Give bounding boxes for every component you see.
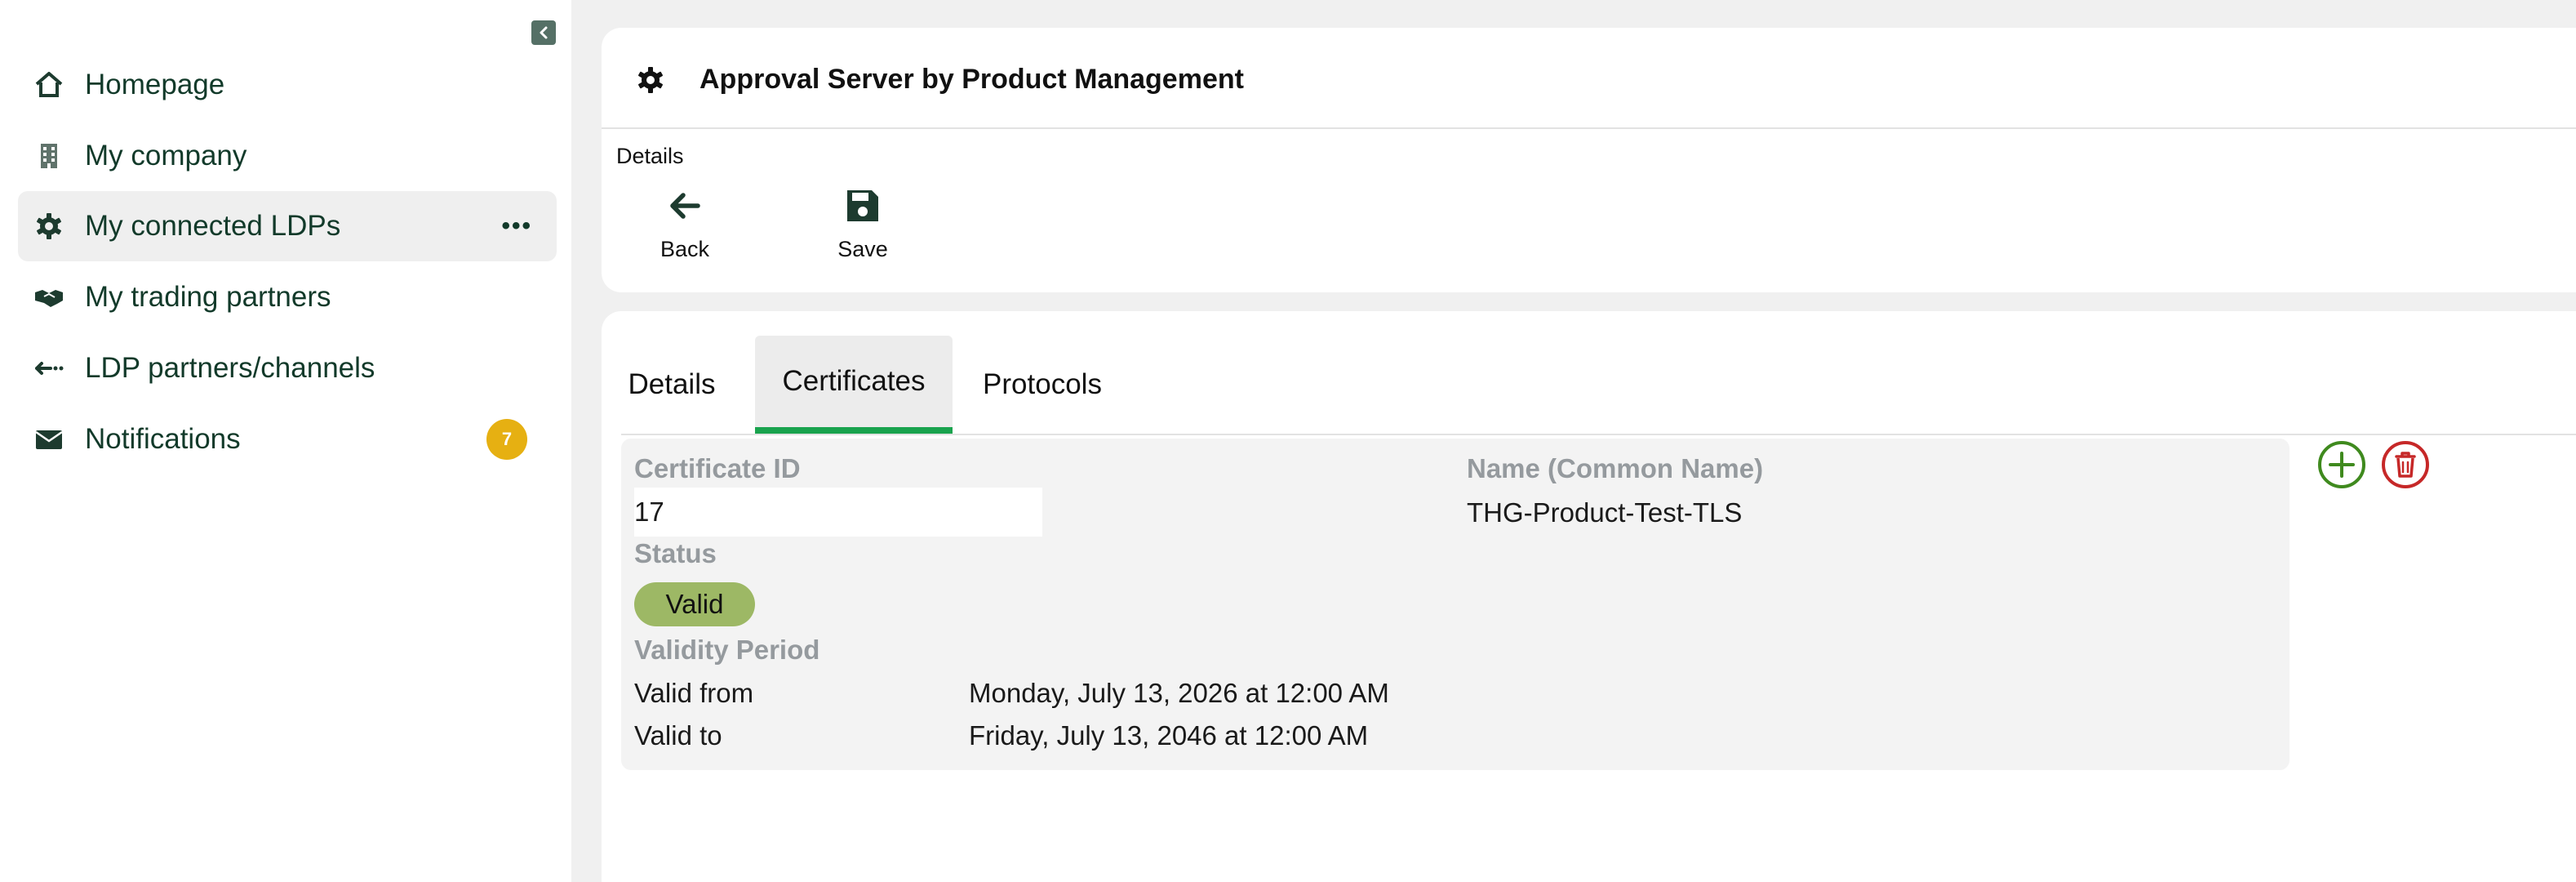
certificate-panel: Certificate ID Name (Common Name) THG-Pr… — [621, 439, 2290, 770]
tab-bar: Details Certificates Protocols — [621, 336, 2576, 435]
sidebar-item-label: My company — [85, 140, 247, 172]
valid-from-value: Monday, July 13, 2026 at 12:00 AM — [969, 678, 1389, 708]
valid-to-label: Valid to — [634, 720, 722, 751]
tab-label: Certificates — [782, 365, 926, 397]
valid-from-label: Valid from — [634, 678, 754, 708]
main-card: Details Certificates Protocols Certifica… — [602, 311, 2576, 882]
sidebar-item-my-connected-ldps[interactable]: My connected LDPs ••• — [18, 191, 557, 261]
handshake-icon — [33, 281, 65, 314]
sidebar-item-label: Homepage — [85, 69, 225, 100]
sidebar-item-label: LDP partners/channels — [85, 352, 375, 384]
arrows-left-right-icon — [33, 352, 65, 385]
envelope-icon — [33, 423, 65, 456]
sidebar-item-label: My connected LDPs — [85, 210, 341, 242]
common-name-value: THG-Product-Test-TLS — [1467, 497, 1743, 528]
arrow-left-icon — [662, 183, 708, 229]
collapse-sidebar-icon[interactable] — [531, 20, 556, 45]
back-button[interactable]: Back — [636, 183, 734, 273]
status-badge: Valid — [634, 582, 755, 626]
page-title: Approval Server by Product Management — [700, 64, 1244, 95]
common-name-label: Name (Common Name) — [1467, 453, 1764, 483]
sidebar-item-label: My trading partners — [85, 281, 331, 313]
header-card: Approval Server by Product Management De… — [602, 28, 2576, 292]
sidebar-item-my-company[interactable]: My company — [18, 121, 557, 191]
sidebar-item-my-trading-partners[interactable]: My trading partners — [18, 262, 557, 332]
sidebar-item-notifications[interactable]: Notifications 7 — [18, 404, 557, 474]
toolbar-section-label: Details — [616, 144, 684, 168]
gear-icon — [634, 64, 667, 96]
gear-icon — [33, 210, 65, 243]
sidebar-item-homepage[interactable]: Homepage — [18, 50, 557, 120]
tab-details[interactable]: Details — [621, 336, 722, 434]
tab-certificates[interactable]: Certificates — [755, 336, 953, 434]
sidebar-item-label: Notifications — [85, 423, 241, 455]
notification-count-badge: 7 — [486, 419, 527, 460]
save-icon — [840, 183, 886, 229]
save-button[interactable]: Save — [814, 183, 912, 273]
add-certificate-icon[interactable] — [2317, 440, 2366, 489]
certificate-id-field[interactable] — [634, 488, 1042, 537]
save-button-label: Save — [837, 237, 888, 261]
more-options-icon[interactable]: ••• — [501, 212, 532, 240]
back-button-label: Back — [660, 237, 710, 261]
tab-label: Details — [628, 368, 716, 400]
sidebar-item-ldp-partners-channels[interactable]: LDP partners/channels — [18, 333, 557, 403]
tab-protocols[interactable]: Protocols — [970, 336, 1114, 434]
certificate-id-label: Certificate ID — [634, 453, 801, 483]
status-label: Status — [634, 538, 717, 568]
delete-certificate-icon[interactable] — [2381, 440, 2430, 489]
valid-to-value: Friday, July 13, 2046 at 12:00 AM — [969, 720, 1369, 751]
home-icon — [33, 69, 65, 101]
title-row: Approval Server by Product Management — [602, 28, 2576, 129]
validity-period-label: Validity Period — [634, 635, 820, 665]
sidebar: Homepage My company My connected LDPs ••… — [0, 0, 571, 882]
building-icon — [33, 140, 65, 172]
tab-label: Protocols — [983, 368, 1102, 400]
